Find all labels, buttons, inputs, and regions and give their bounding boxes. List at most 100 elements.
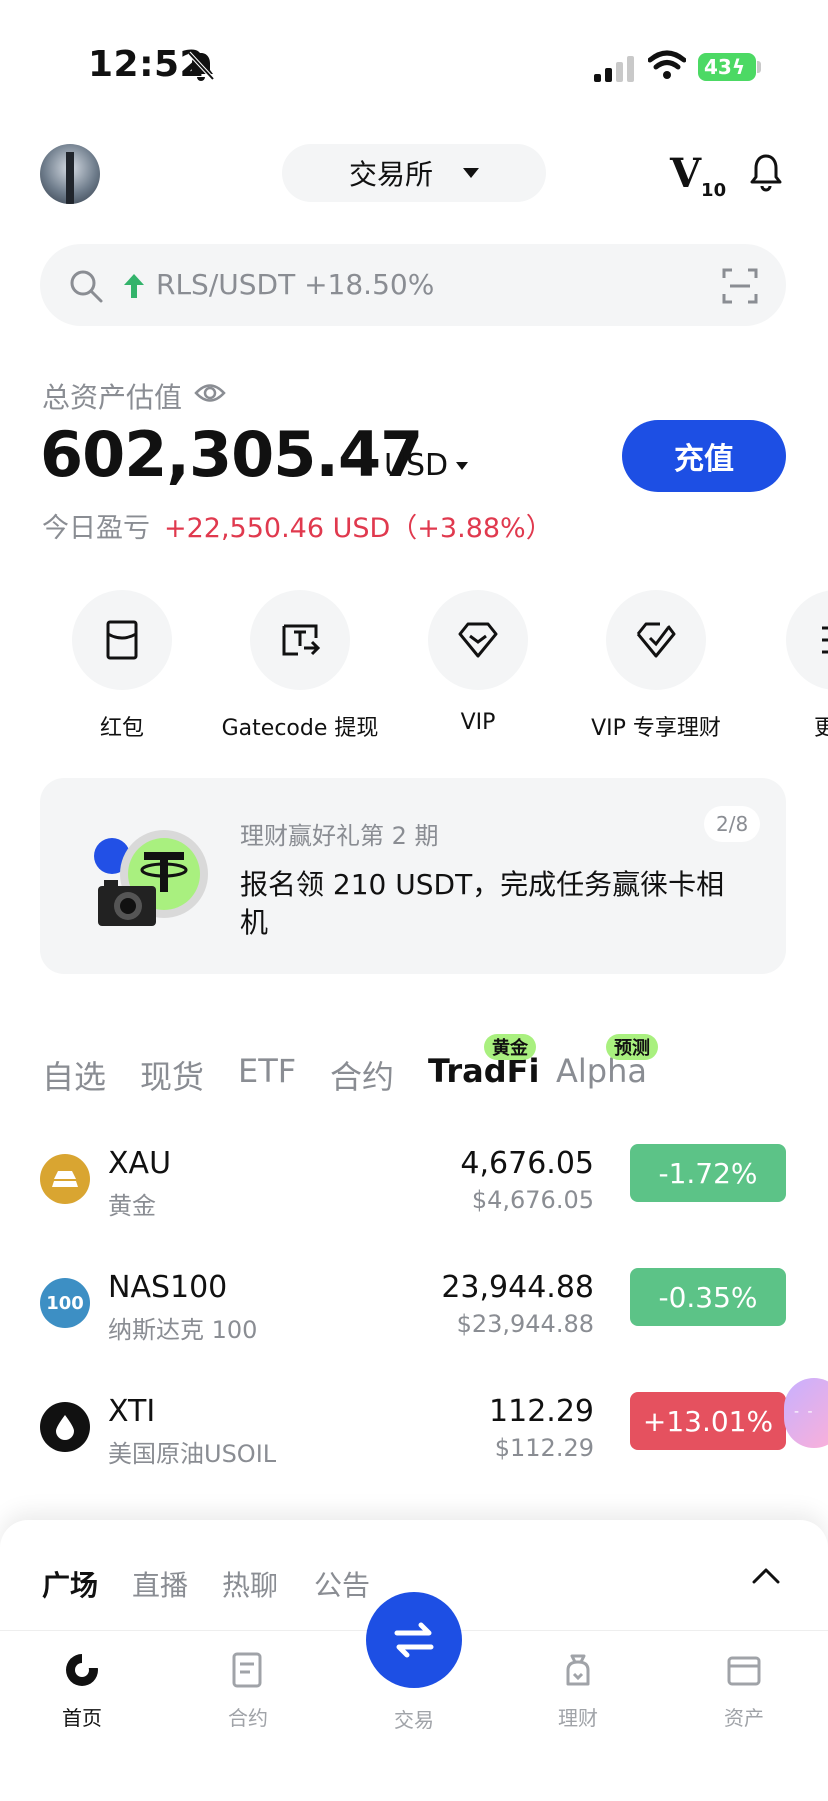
nav-home[interactable]: 首页	[22, 1650, 142, 1731]
promo-banner[interactable]: 理财赢好礼第 2 期 报名领 210 USDT，完成任务赢徕卡相机 2/8	[40, 778, 786, 974]
market-symbol: XAU	[108, 1146, 172, 1181]
nav-assets[interactable]: 资产	[684, 1650, 804, 1731]
currency-label: USD	[384, 448, 449, 483]
vip-letter: V	[670, 150, 702, 197]
total-assets-value: 602,305.47	[40, 418, 423, 491]
banner-subtitle: 理财赢好礼第 2 期	[240, 822, 439, 850]
market-price: 23,944.88	[441, 1270, 594, 1305]
exchange-label: 交易所	[348, 158, 433, 191]
market-change-badge[interactable]: -0.35%	[630, 1268, 786, 1326]
market-change-badge[interactable]: -1.72%	[630, 1144, 786, 1202]
market-symbol: NAS100	[108, 1270, 228, 1305]
sheet-tab-chat[interactable]: 热聊	[222, 1564, 278, 1604]
eye-icon[interactable]	[194, 380, 226, 406]
quick-action-vip[interactable]: VIP	[388, 590, 568, 735]
trade-button[interactable]	[366, 1592, 462, 1688]
market-row-xau[interactable]: XAU 黄金 4,676.05 $4,676.05 -1.72%	[40, 1140, 786, 1230]
search-placeholder: RLS/USDT +18.50%	[156, 268, 435, 301]
nav-label: 资产	[724, 1706, 764, 1730]
banner-title: 报名领 210 USDT，完成任务赢徕卡相机	[240, 868, 725, 939]
tab-tradfi-badge: 黄金	[484, 1034, 536, 1060]
market-symbol: XTI	[108, 1394, 156, 1429]
avatar[interactable]	[40, 144, 100, 204]
red-envelope-icon-circle	[72, 590, 172, 690]
diamond-icon-circle	[428, 590, 528, 690]
market-row-nas100[interactable]: 100 NAS100 纳斯达克 100 23,944.88 $23,944.88…	[40, 1264, 786, 1354]
red-envelope-icon	[106, 620, 138, 660]
nav-label-trade: 交易	[394, 1708, 434, 1732]
quick-action-label: 红包	[99, 716, 144, 741]
market-name: 黄金	[108, 1192, 156, 1220]
market-usd-price: $112.29	[494, 1434, 594, 1462]
more-icon-circle	[786, 590, 828, 690]
diamond-icon	[458, 622, 498, 658]
drop-icon	[56, 1415, 74, 1440]
market-usd-price: $4,676.05	[471, 1186, 594, 1214]
sheet-tab-live[interactable]: 直播	[132, 1564, 188, 1604]
battery-level: 43	[704, 55, 732, 79]
tab-favorites[interactable]: 自选	[42, 1052, 106, 1098]
signal-icon	[594, 56, 634, 82]
bell-off-icon	[187, 51, 215, 81]
vip-wealth-icon-circle	[606, 590, 706, 690]
market-name: 美国原油USOIL	[108, 1440, 277, 1468]
wealth-bag-icon	[566, 1654, 590, 1686]
market-change-badge[interactable]: +13.01%	[630, 1392, 786, 1450]
gold-bar-icon	[52, 1171, 78, 1187]
pnl-value: +22,550.46 USD（+3.88%）	[164, 513, 553, 544]
gatecode-icon	[282, 624, 321, 656]
charging-icon: ϟ	[731, 55, 746, 79]
nav-label: 合约	[228, 1706, 268, 1730]
swap-arrows-icon	[394, 1622, 434, 1658]
sheet-tab-announcement[interactable]: 公告	[314, 1564, 370, 1604]
total-assets-label: 总资产估值	[42, 381, 183, 414]
market-usd-price: $23,944.88	[456, 1310, 594, 1338]
exchange-switcher[interactable]: 交易所	[282, 144, 546, 202]
tab-futures[interactable]: 合约	[330, 1052, 394, 1098]
gold-icon	[40, 1154, 90, 1204]
market-row-xti[interactable]: XTI 美国原油USOIL 112.29 $112.29 +13.01%	[40, 1388, 786, 1478]
gatecode-icon-circle	[250, 590, 350, 690]
quick-action-label: VIP 专享理财	[591, 716, 721, 741]
pnl-label: 今日盈亏	[42, 513, 150, 544]
oil-drop-icon	[40, 1402, 90, 1452]
camera-promo-icon	[94, 830, 208, 926]
search-bar[interactable]: RLS/USDT +18.50%	[40, 244, 786, 326]
search-icon	[70, 270, 103, 303]
contract-icon	[232, 1652, 262, 1688]
more-icon	[822, 626, 828, 654]
chevron-down-icon	[456, 461, 469, 470]
tab-alpha-badge: 预测	[606, 1034, 658, 1060]
quick-action-red-envelope[interactable]: 红包	[32, 590, 212, 742]
market-price: 112.29	[489, 1394, 594, 1429]
notification-bell-icon[interactable]	[748, 152, 784, 192]
tab-spot[interactable]: 现货	[140, 1052, 204, 1098]
market-price: 4,676.05	[460, 1146, 594, 1181]
vip-level-badge[interactable]: V10	[670, 150, 726, 201]
nav-wealth[interactable]: 理财	[518, 1650, 638, 1731]
deposit-button[interactable]: 充值	[622, 420, 786, 492]
sheet-tab-square[interactable]: 广场	[42, 1564, 98, 1604]
tab-etf[interactable]: ETF	[238, 1052, 296, 1090]
chevron-down-icon	[463, 168, 479, 178]
wifi-icon	[648, 50, 686, 79]
battery-tip	[757, 61, 761, 73]
chevron-up-icon[interactable]	[750, 1564, 782, 1588]
quick-action-label: 更	[814, 716, 828, 741]
battery-indicator: 43 ϟ	[698, 53, 756, 81]
bubble-dots-icon: - -	[794, 1404, 815, 1420]
vip-number: 10	[701, 180, 727, 201]
quick-action-vip-wealth[interactable]: VIP 专享理财	[566, 590, 746, 742]
banner-page-indicator: 2/8	[704, 806, 761, 842]
quick-action-gatecode[interactable]: Gatecode 提现	[210, 590, 390, 742]
scan-icon[interactable]	[722, 268, 758, 304]
wallet-icon	[727, 1656, 761, 1686]
vip-wealth-icon	[636, 622, 676, 658]
floating-assistant-bubble[interactable]: - -	[784, 1378, 828, 1448]
currency-selector[interactable]: USD	[384, 448, 469, 483]
quick-action-more[interactable]: 更	[744, 590, 828, 742]
home-icon	[66, 1654, 98, 1686]
market-name: 纳斯达克 100	[108, 1316, 258, 1344]
nav-futures[interactable]: 合约	[188, 1650, 308, 1731]
nav-label: 理财	[558, 1706, 598, 1730]
